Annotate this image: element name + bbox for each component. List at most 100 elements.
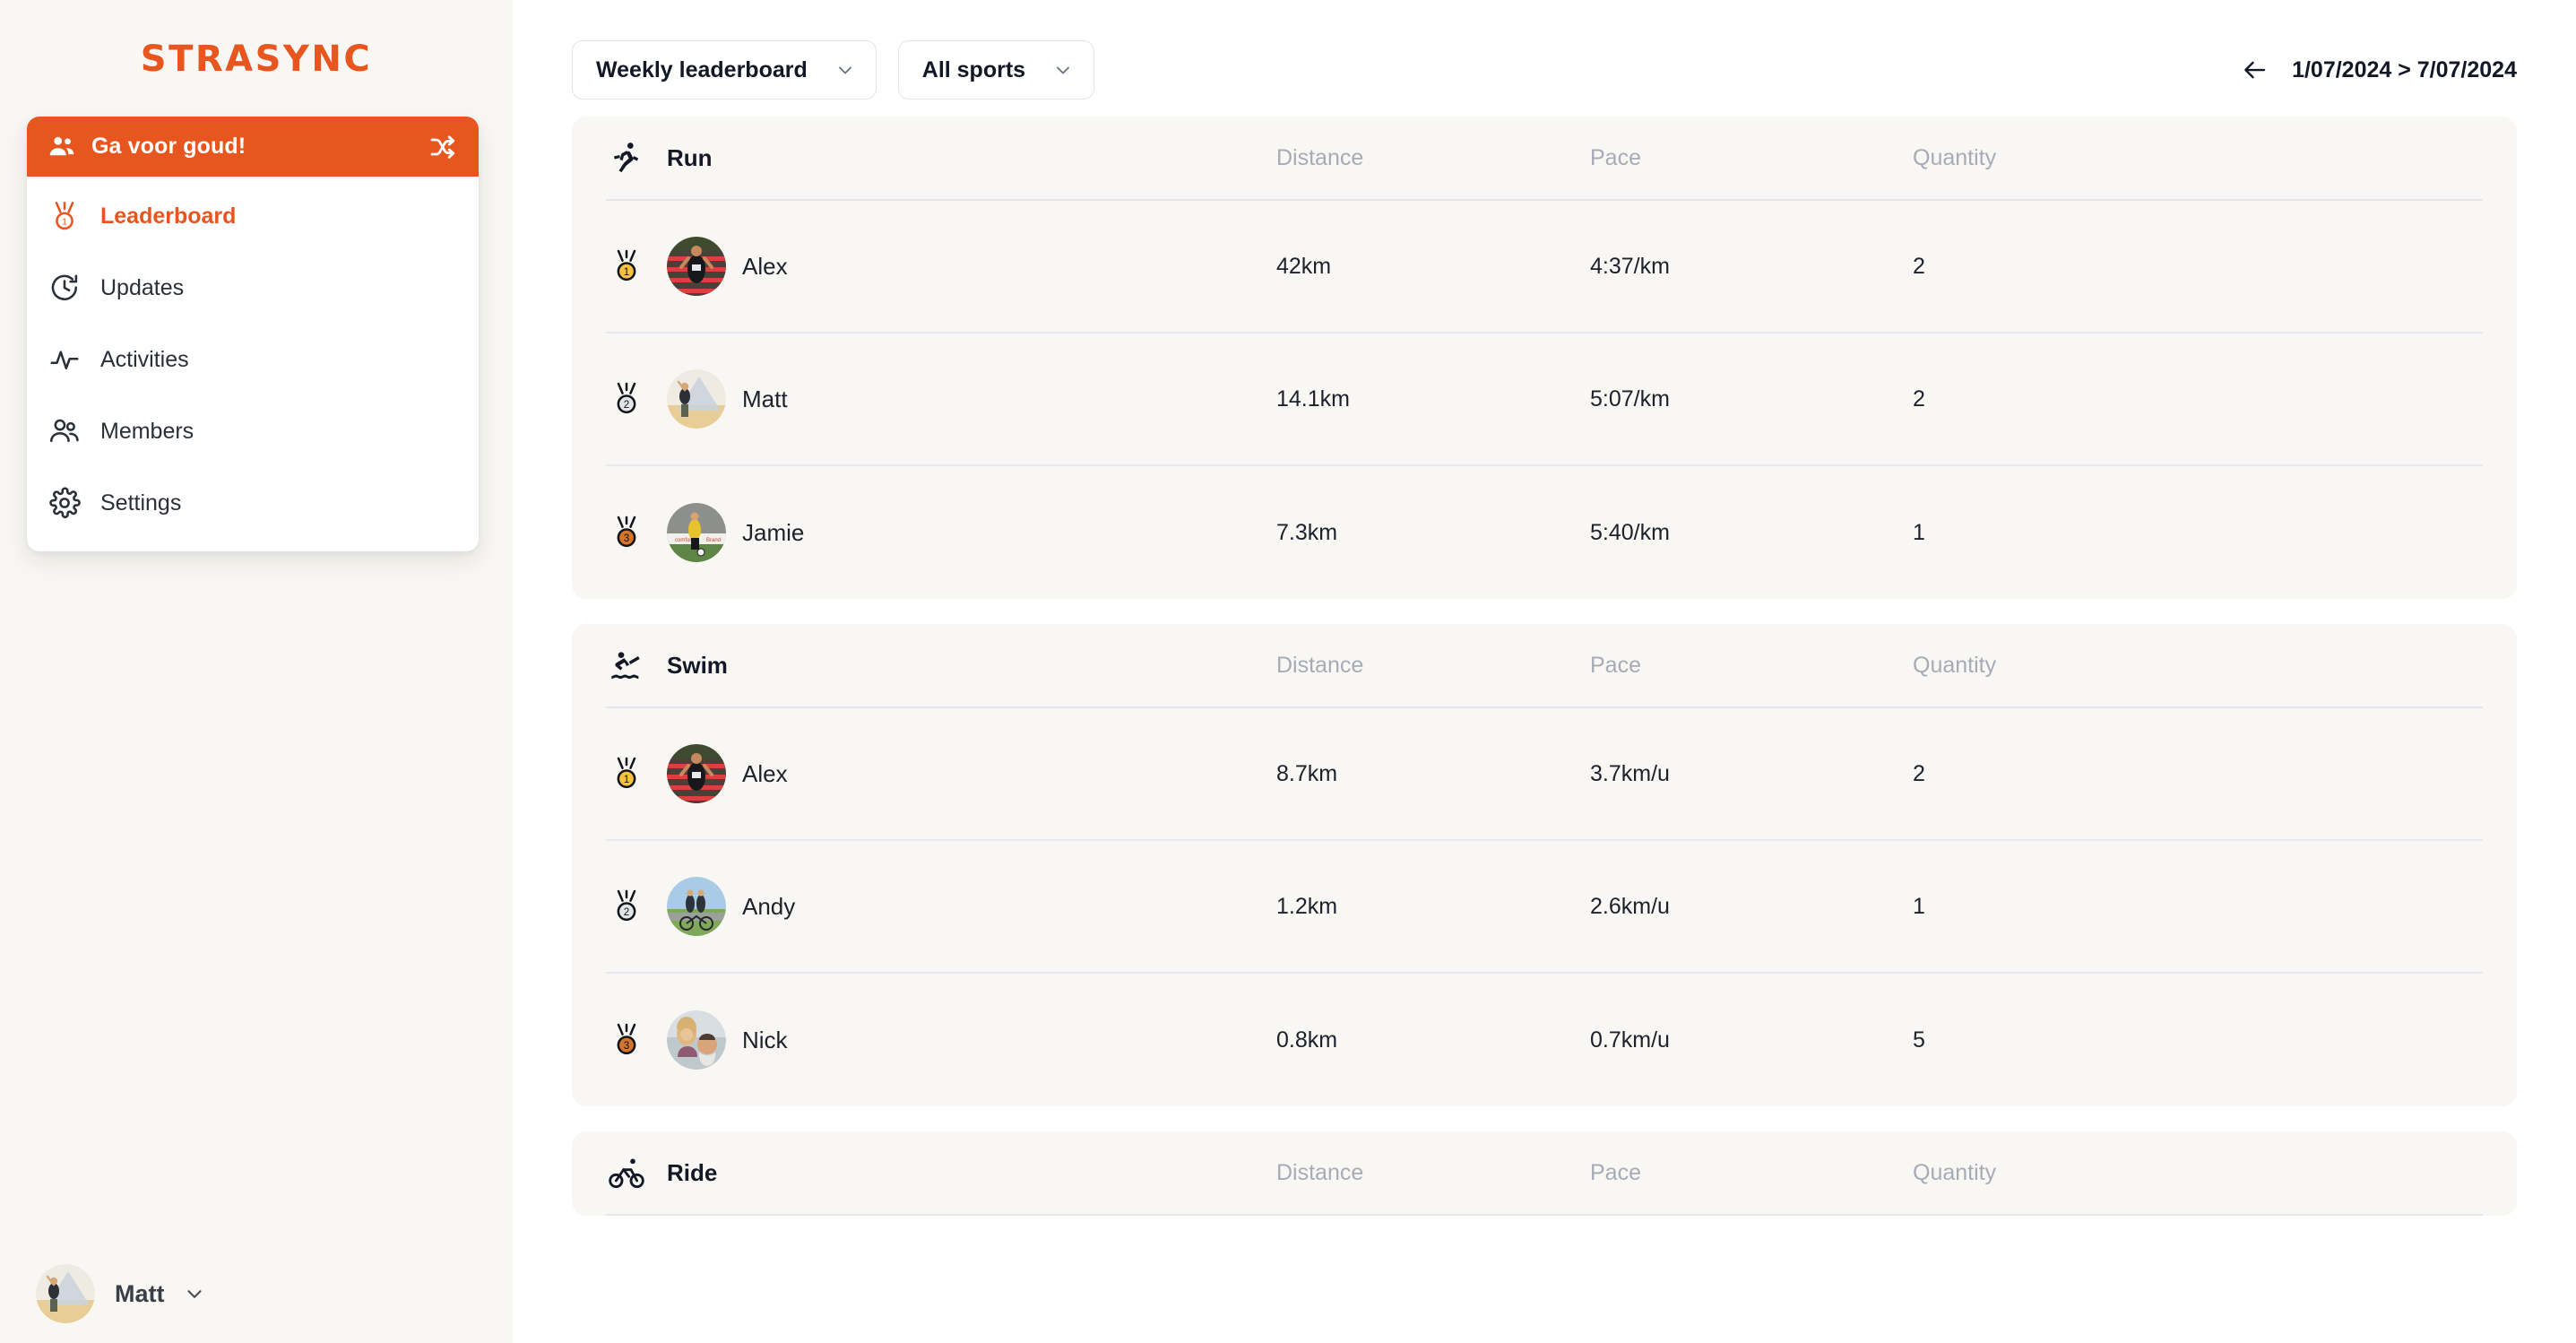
sport-header: Swim Distance Pace Quantity (606, 624, 2483, 708)
cell-quantity: 2 (1913, 386, 2483, 412)
svg-text:2: 2 (624, 906, 629, 918)
team-header[interactable]: Ga voor goud! (27, 117, 479, 177)
running-icon (606, 140, 647, 176)
column-header-pace: Pace (1590, 1160, 1913, 1186)
cell-quantity: 2 (1913, 254, 2483, 280)
athlete: comfort Brand Jamie (667, 503, 1276, 562)
leaderboard-app: STRASYNC Ga voor goud! (0, 0, 2576, 1343)
date-navigation: 1/07/2024 > 7/07/2024 (2242, 56, 2517, 83)
sidebar-item-label: Updates (100, 275, 184, 301)
cell-pace: 5:40/km (1590, 520, 1913, 546)
svg-text:2: 2 (624, 399, 629, 411)
chevron-down-icon (834, 59, 856, 81)
table-row[interactable]: 3 comfort (606, 466, 2483, 599)
cell-pace: 3.7km/u (1590, 761, 1913, 787)
cell-quantity: 1 (1913, 894, 2483, 920)
column-header-pace: Pace (1590, 653, 1913, 679)
sidebar-item-label: Leaderboard (100, 204, 236, 230)
avatar (667, 1010, 726, 1070)
avatar: comfort Brand (667, 503, 726, 562)
cell-pace: 4:37/km (1590, 254, 1913, 280)
athlete-name: Matt (742, 386, 788, 413)
swimming-icon (606, 647, 647, 683)
sidebar-item-updates[interactable]: Updates (27, 252, 479, 324)
leaderboard-sections: Run Distance Pace Quantity 1 (513, 93, 2576, 1216)
athlete-name: Alex (742, 253, 788, 281)
sport-select[interactable]: All sports (898, 40, 1094, 100)
column-header-quantity: Quantity (1913, 1160, 2483, 1186)
athlete: Nick (667, 1010, 1276, 1070)
date-range-label: 1/07/2024 > 7/07/2024 (2292, 57, 2517, 83)
chevron-down-icon (1052, 59, 1074, 81)
chevron-down-icon[interactable] (183, 1282, 206, 1305)
svg-text:3: 3 (624, 1040, 629, 1052)
svg-text:1: 1 (624, 774, 629, 785)
column-header-distance: Distance (1276, 145, 1590, 171)
cell-quantity: 2 (1913, 761, 2483, 787)
athlete-name: Jamie (742, 519, 804, 547)
table-row[interactable]: 3 (606, 974, 2483, 1106)
svg-text:comfort: comfort (675, 538, 693, 543)
sport-header: Ride Distance Pace Quantity (606, 1131, 2483, 1216)
sidebar-item-leaderboard[interactable]: 1 Leaderboard (27, 180, 479, 252)
sport-section-run: Run Distance Pace Quantity 1 (572, 117, 2517, 599)
column-header-quantity: Quantity (1913, 145, 2483, 171)
athlete-name: Andy (742, 893, 795, 921)
sidebar-item-members[interactable]: Members (27, 395, 479, 467)
avatar (667, 877, 726, 936)
medal-silver-icon: 2 (606, 381, 647, 417)
shuffle-icon[interactable] (428, 133, 457, 161)
history-clock-icon (47, 270, 82, 306)
period-select[interactable]: Weekly leaderboard (572, 40, 877, 100)
athlete-name: Nick (742, 1027, 788, 1054)
medal-bronze-icon: 3 (606, 515, 647, 550)
avatar (667, 744, 726, 803)
people-icon (47, 132, 77, 162)
medal-silver-icon: 2 (606, 888, 647, 924)
sport-select-value: All sports (922, 57, 1025, 83)
table-row[interactable]: 1 (606, 201, 2483, 334)
sport-header: Run Distance Pace Quantity (606, 117, 2483, 201)
column-header-pace: Pace (1590, 145, 1913, 171)
athlete: Matt (667, 369, 1276, 429)
table-row[interactable]: 2 (606, 841, 2483, 974)
cell-quantity: 5 (1913, 1027, 2483, 1053)
gear-icon (47, 485, 82, 521)
table-row[interactable]: 2 (606, 334, 2483, 466)
cell-distance: 1.2km (1276, 894, 1590, 920)
athlete-name: Alex (742, 760, 788, 788)
logo-wordmark: STRASYNC (141, 39, 372, 80)
navigation-card: Ga voor goud! (27, 117, 479, 551)
sidebar-item-label: Members (100, 419, 194, 445)
sidebar: STRASYNC Ga voor goud! (0, 0, 513, 1343)
avatar (667, 237, 726, 296)
sport-name: Ride (667, 1159, 1276, 1187)
period-select-value: Weekly leaderboard (596, 57, 808, 83)
nav-list: 1 Leaderboard Updates (27, 177, 479, 551)
toolbar: Weekly leaderboard All sports (513, 0, 2576, 93)
table-row[interactable]: 1 (606, 708, 2483, 841)
user-profile-button[interactable]: Matt (0, 1244, 513, 1343)
cell-distance: 0.8km (1276, 1027, 1590, 1053)
cell-distance: 7.3km (1276, 520, 1590, 546)
sport-name: Run (667, 144, 1276, 172)
arrow-left-icon[interactable] (2242, 56, 2269, 83)
team-name: Ga voor goud! (91, 134, 414, 160)
svg-text:1: 1 (624, 266, 629, 278)
cell-quantity: 1 (1913, 520, 2483, 546)
medal-gold-icon: 1 (606, 248, 647, 284)
sport-section-ride: Ride Distance Pace Quantity (572, 1131, 2517, 1216)
avatar (667, 369, 726, 429)
people-icon (47, 413, 82, 449)
avatar (36, 1264, 95, 1323)
app-logo: STRASYNC (0, 0, 513, 106)
cell-distance: 8.7km (1276, 761, 1590, 787)
sidebar-item-label: Activities (100, 347, 189, 373)
column-header-quantity: Quantity (1913, 653, 2483, 679)
svg-text:3: 3 (624, 533, 629, 544)
sidebar-item-activities[interactable]: Activities (27, 324, 479, 395)
cell-distance: 14.1km (1276, 386, 1590, 412)
sport-section-swim: Swim Distance Pace Quantity 1 (572, 624, 2517, 1106)
sport-name: Swim (667, 652, 1276, 680)
sidebar-item-settings[interactable]: Settings (27, 467, 479, 539)
